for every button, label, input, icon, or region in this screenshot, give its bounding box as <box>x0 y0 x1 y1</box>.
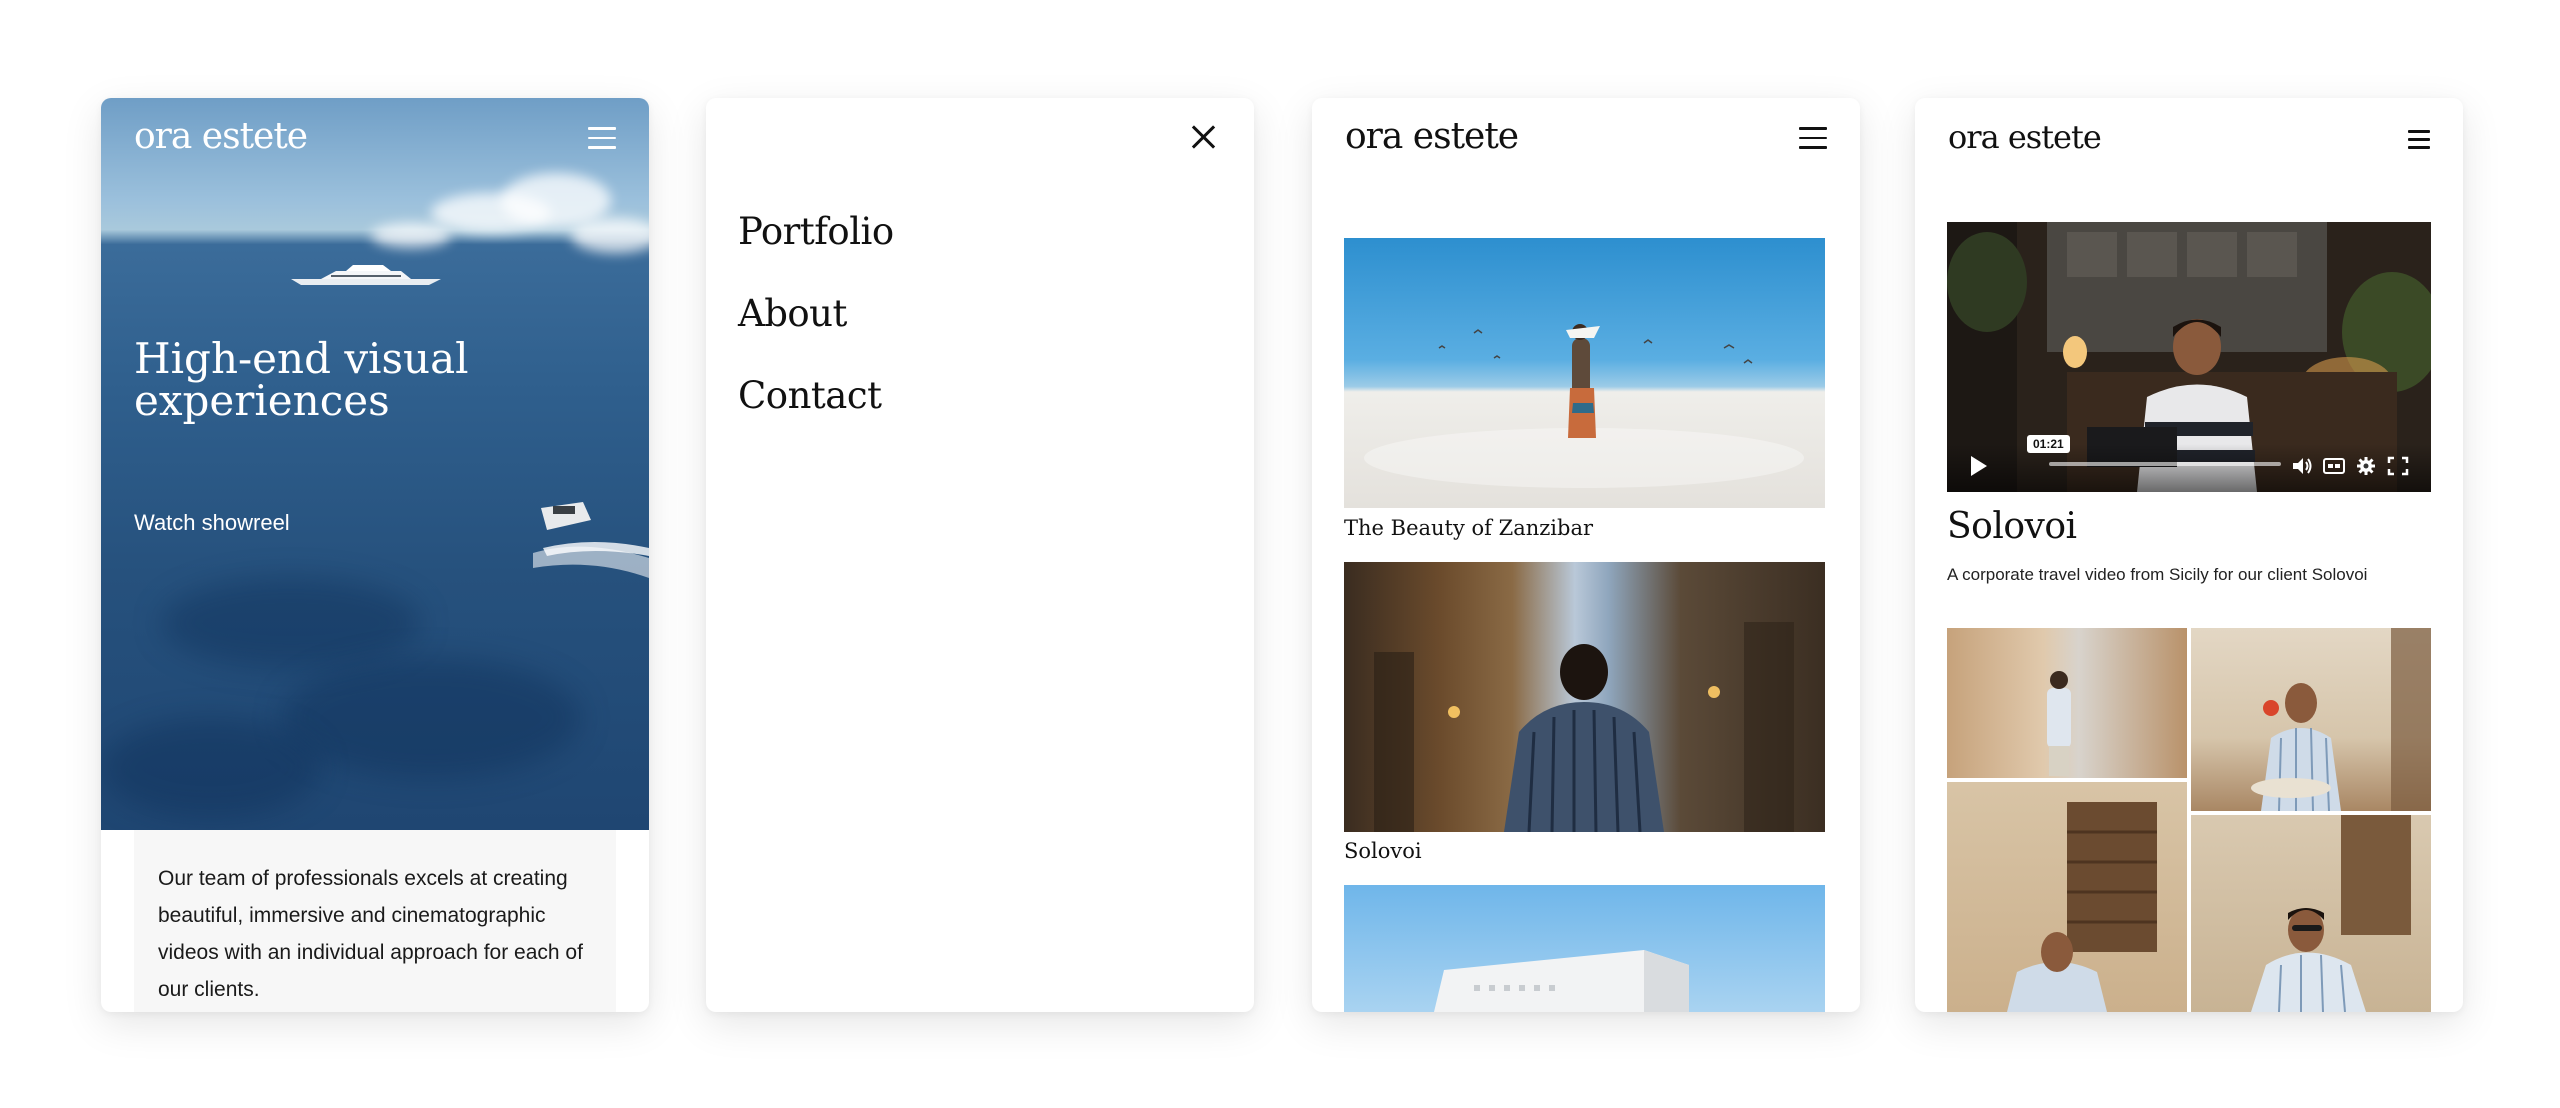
menu-item-portfolio[interactable]: Portfolio <box>738 210 894 292</box>
project-screen: ora estete 01:21 Solovoi A corporate tra… <box>1915 98 2463 1012</box>
project-title-zanzibar[interactable]: The Beauty of Zanzibar <box>1344 516 1593 540</box>
volume-icon[interactable] <box>2291 456 2313 476</box>
logo[interactable]: ora estete <box>134 116 308 157</box>
close-icon[interactable] <box>1188 122 1218 152</box>
gallery-image[interactable] <box>1947 628 2187 778</box>
home-screen: ora estete High-end visual experiences W… <box>101 98 649 1012</box>
main-menu: Portfolio About Contact <box>738 210 894 456</box>
project-thumbnail-building[interactable] <box>1344 885 1825 1012</box>
hero-title: High-end visual experiences <box>134 334 469 425</box>
play-icon[interactable] <box>1971 456 1987 476</box>
gallery-image[interactable] <box>2191 628 2431 811</box>
video-progress-bar[interactable] <box>2049 462 2281 466</box>
hero-section: ora estete High-end visual experiences W… <box>101 98 649 830</box>
gallery-image[interactable] <box>2191 815 2431 1012</box>
menu-screen: Portfolio About Contact <box>706 98 1254 1012</box>
menu-item-about[interactable]: About <box>738 292 894 374</box>
yacht-image <box>291 265 441 285</box>
intro-text: Our team of professionals excels at crea… <box>134 830 616 1012</box>
video-controls: 01:21 <box>1947 435 2431 492</box>
hamburger-menu-icon[interactable] <box>1799 127 1827 149</box>
project-title-solovoi[interactable]: Solovoi <box>1344 839 1422 863</box>
video-player[interactable]: 01:21 <box>1947 222 2431 492</box>
video-time-tooltip: 01:21 <box>2027 435 2070 453</box>
fullscreen-icon[interactable] <box>2387 456 2409 476</box>
menu-item-contact[interactable]: Contact <box>738 374 894 456</box>
project-thumbnail-solovoi[interactable] <box>1344 562 1825 832</box>
captions-icon[interactable] <box>2323 456 2345 476</box>
project-title: Solovoi <box>1947 506 2077 547</box>
hamburger-menu-icon[interactable] <box>2408 130 2430 149</box>
logo[interactable]: ora estete <box>1948 118 2102 156</box>
gallery-image[interactable] <box>1947 782 2187 1012</box>
project-thumbnail-zanzibar[interactable] <box>1344 238 1825 508</box>
gear-icon[interactable] <box>2355 456 2377 476</box>
portfolio-screen: ora estete The Beauty of Zanzibar Solovo… <box>1312 98 1860 1012</box>
watch-showreel-link[interactable]: Watch showreel <box>134 510 290 536</box>
speedboat-image <box>533 502 649 578</box>
logo[interactable]: ora estete <box>1345 116 1519 157</box>
project-description: A corporate travel video from Sicily for… <box>1947 565 2368 584</box>
hamburger-menu-icon[interactable] <box>588 127 616 149</box>
